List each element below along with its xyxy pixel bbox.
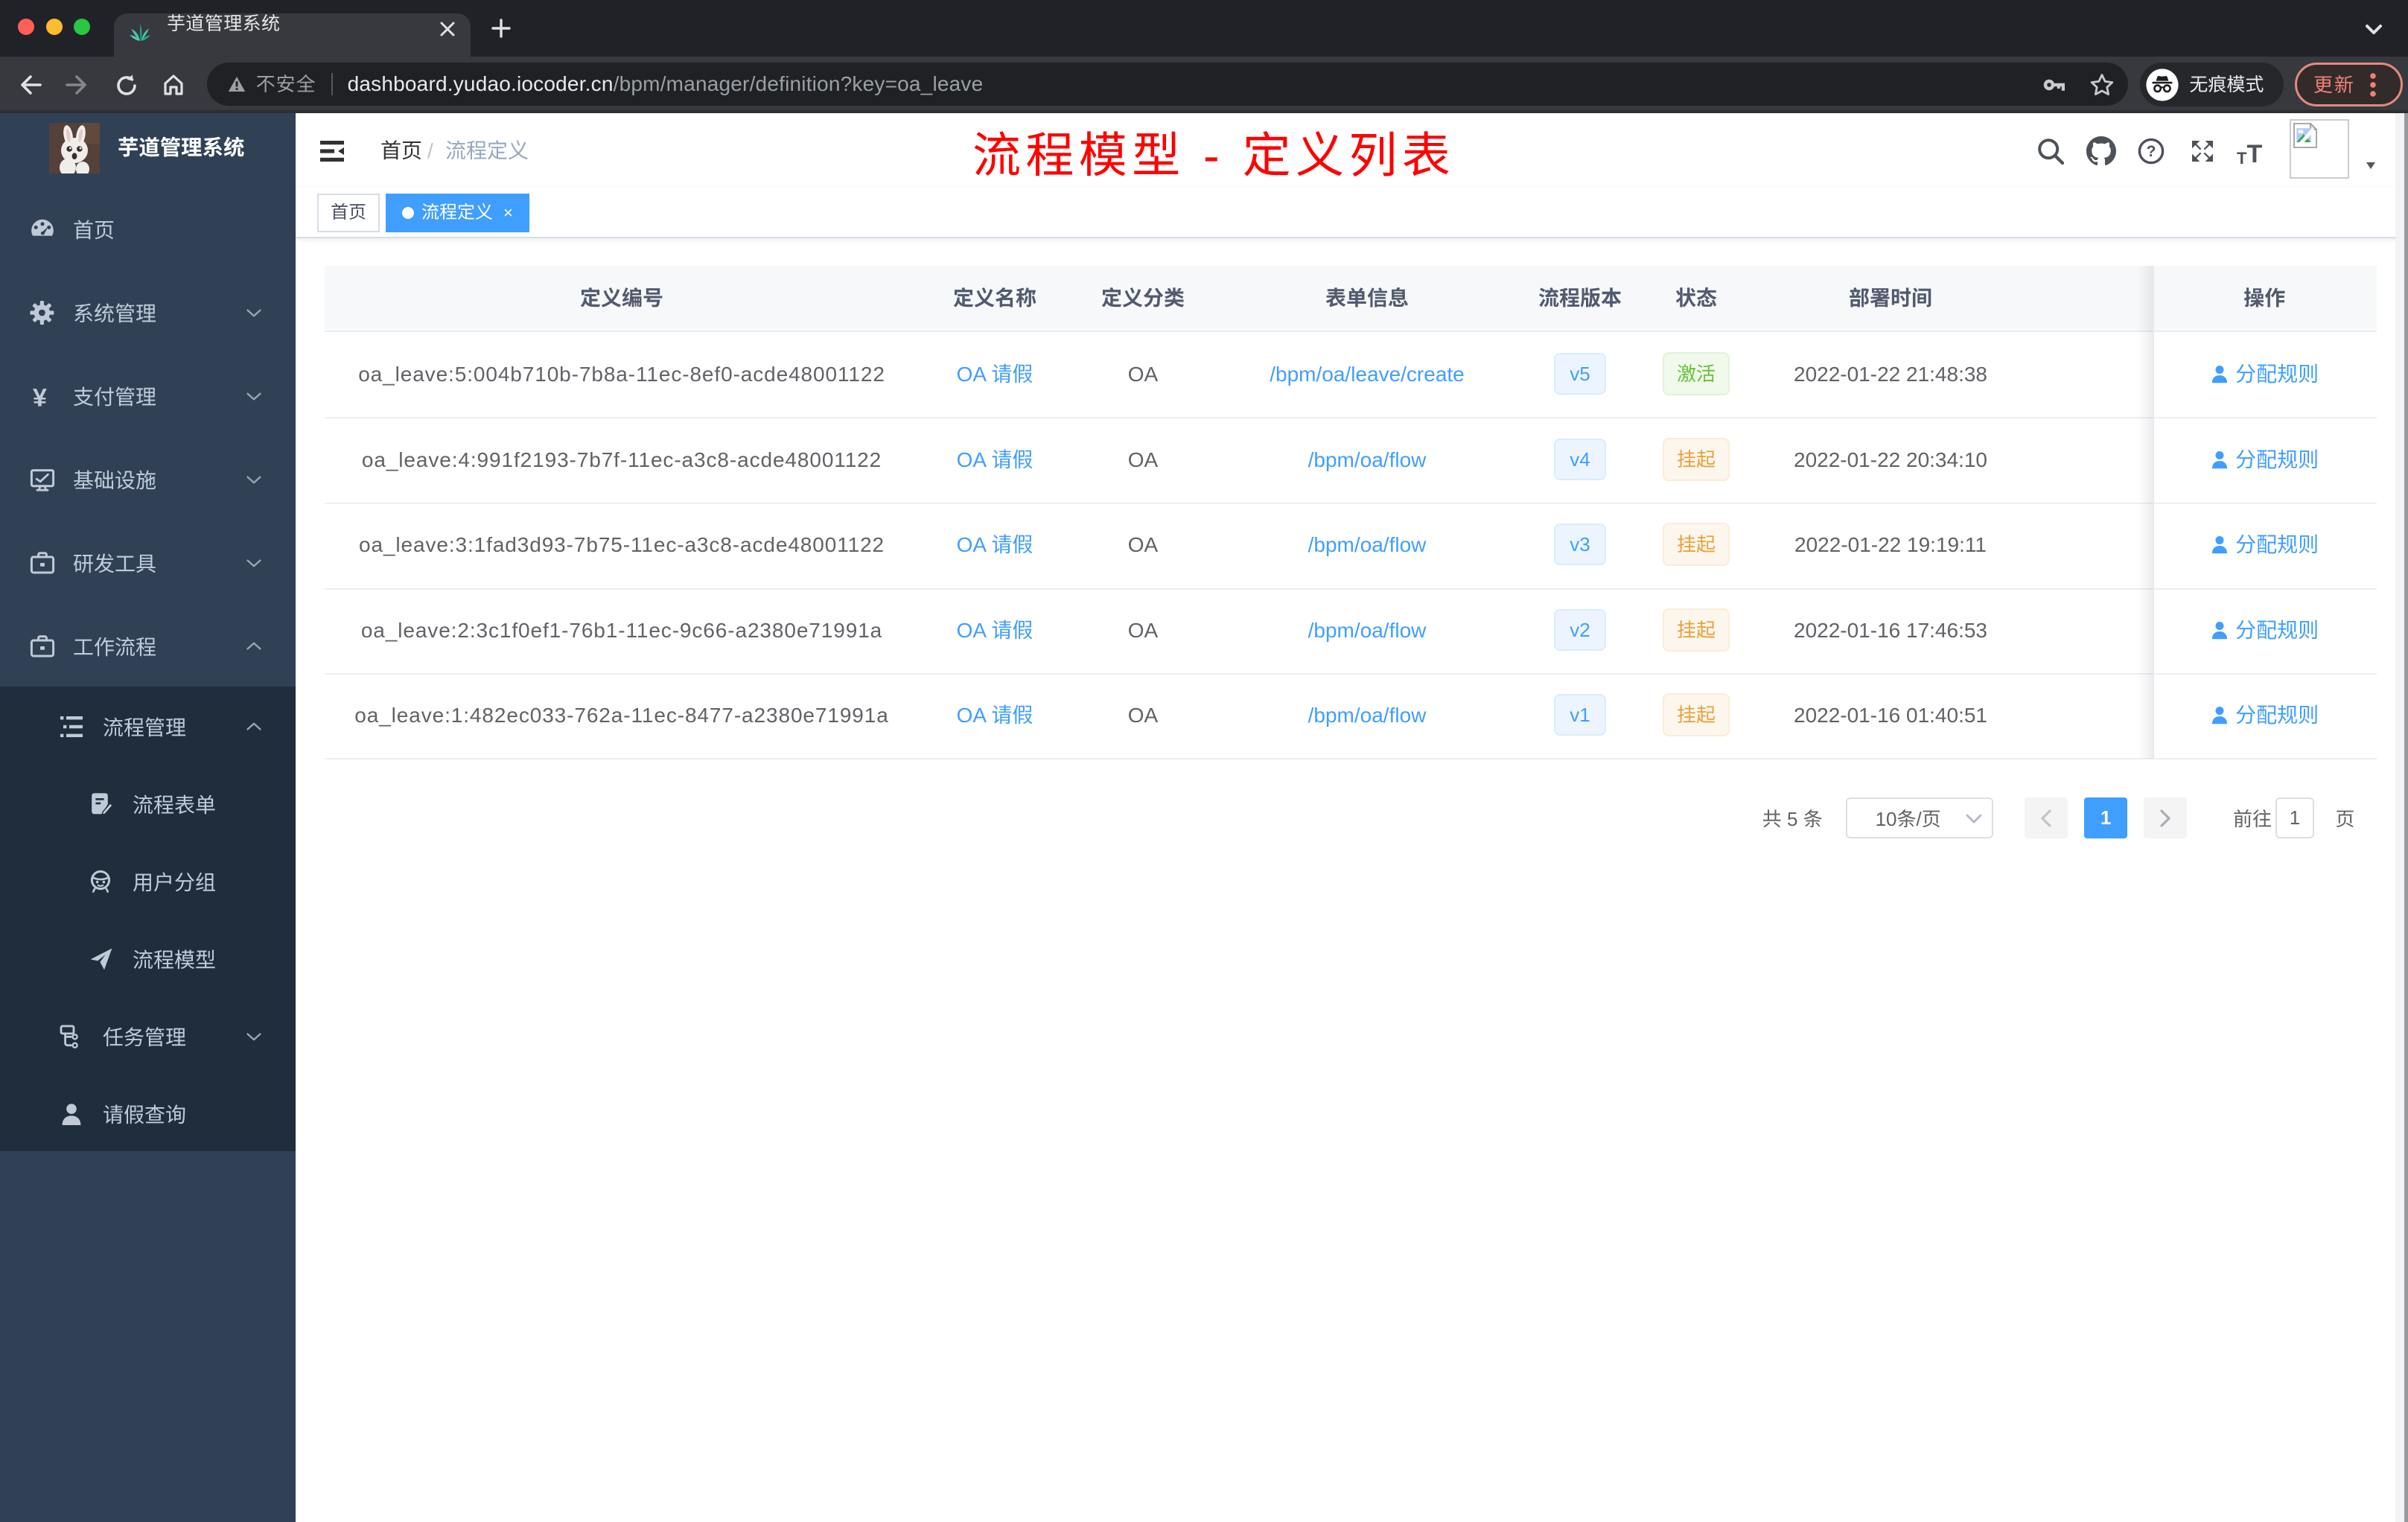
svg-text:?: ? [2147,143,2156,160]
